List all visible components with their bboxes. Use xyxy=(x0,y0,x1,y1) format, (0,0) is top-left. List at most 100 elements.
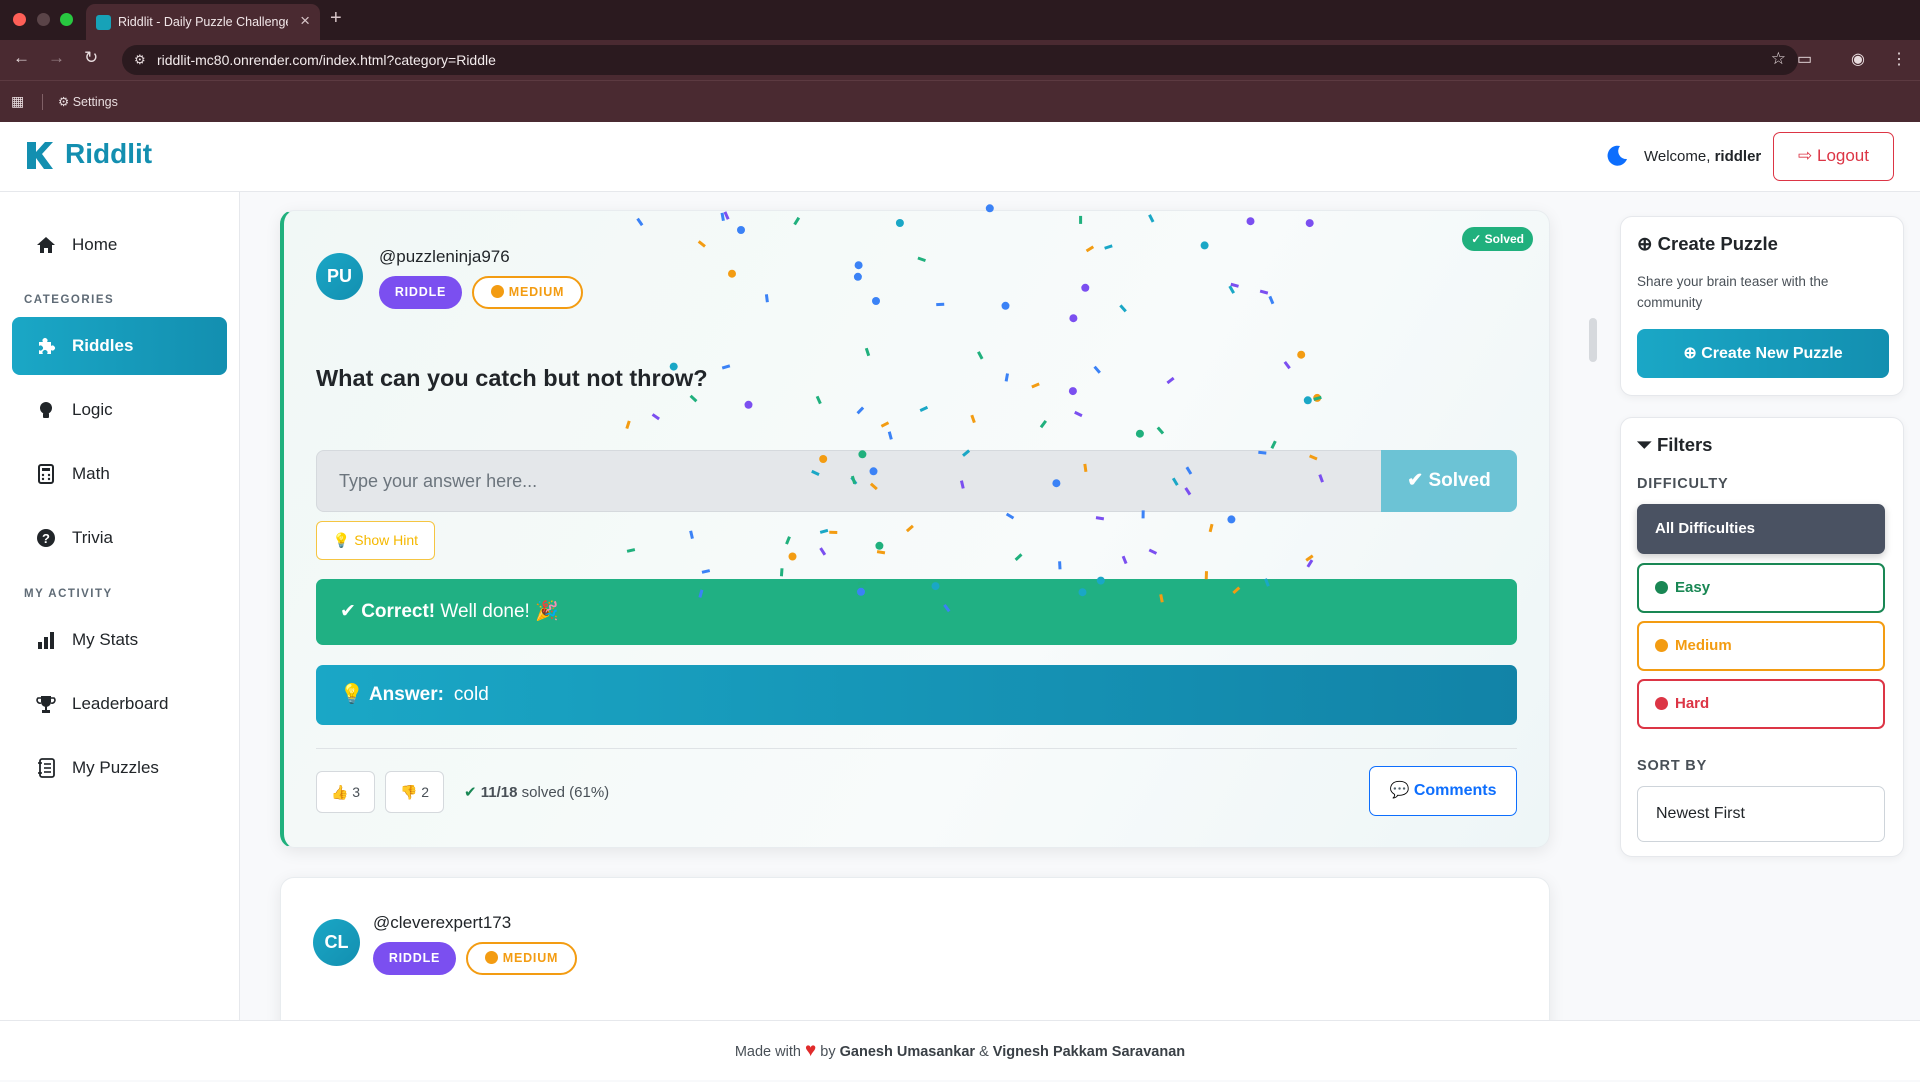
forward-icon[interactable]: → xyxy=(48,48,65,68)
puzzle-question: What can you catch but not throw? xyxy=(316,365,708,391)
welcome-prefix: Welcome, xyxy=(1644,148,1711,165)
create-puzzle-title-text: Create Puzzle xyxy=(1657,233,1778,254)
answer-reveal: 💡 Answer: cold xyxy=(316,665,1517,725)
comments-label: Comments xyxy=(1413,782,1497,799)
create-button-label: Create New Puzzle xyxy=(1701,345,1843,362)
browser-tab[interactable]: Riddlit - Daily Puzzle Challenge × xyxy=(86,4,320,40)
sidebar: Home CATEGORIES Riddles Logic Math ? Tri… xyxy=(0,192,240,1020)
puzzle-author[interactable]: @puzzleninja976 xyxy=(379,247,510,267)
tab-search-icon[interactable]: ▭ xyxy=(1797,49,1812,69)
like-count: 3 xyxy=(352,784,361,800)
thumbs-up-icon: 👍 xyxy=(330,784,349,800)
bookmarks-bar: ▦ ⚙ Settings xyxy=(0,80,1920,122)
journal-icon xyxy=(38,758,55,778)
chat-icon: 💬 xyxy=(1389,782,1410,799)
dark-mode-toggle-icon[interactable] xyxy=(1606,144,1628,166)
card-divider xyxy=(316,748,1517,749)
apps-grid-icon[interactable]: ▦ xyxy=(11,93,24,110)
answer-label: Answer: xyxy=(368,684,444,705)
check-circle-icon: ✔ xyxy=(464,784,477,801)
sidebar-item-logic[interactable]: Logic xyxy=(12,381,227,439)
address-bar[interactable]: ⚙ riddlit-mc80.onrender.com/index.html?c… xyxy=(122,45,1798,75)
tab-close-icon[interactable]: × xyxy=(300,11,310,31)
footer-author-2[interactable]: Vignesh Pakkam Saravanan xyxy=(993,1044,1185,1060)
sidebar-item-home[interactable]: Home xyxy=(12,216,227,274)
sidebar-item-trivia[interactable]: ? Trivia xyxy=(12,509,227,567)
logout-button[interactable]: ⇨ Logout xyxy=(1773,132,1894,181)
filter-hard[interactable]: Hard xyxy=(1637,679,1885,729)
dislike-button[interactable]: 👎 2 xyxy=(385,771,444,813)
solve-stats: ✔ 11/18 solved (61%) xyxy=(464,783,609,801)
site-info-icon[interactable]: ⚙ xyxy=(134,52,146,68)
difficulty-badge: MEDIUM xyxy=(472,276,583,309)
trophy-icon xyxy=(36,696,56,713)
dislike-count: 2 xyxy=(421,784,430,800)
bookmark-star-icon[interactable]: ☆ xyxy=(1771,49,1786,69)
sidebar-item-riddles[interactable]: Riddles xyxy=(12,317,227,375)
scrollbar[interactable] xyxy=(1589,318,1597,362)
answer-input[interactable] xyxy=(316,450,1382,512)
solved-count: 11/18 xyxy=(480,784,518,801)
create-new-puzzle-button[interactable]: ⊕ Create New Puzzle xyxy=(1637,329,1889,378)
footer-made-with: Made with xyxy=(734,1044,801,1060)
like-button[interactable]: 👍 3 xyxy=(316,771,375,813)
logo-text[interactable]: Riddlit xyxy=(65,138,152,170)
filters-panel: ⏷ Filters DIFFICULTY All Difficulties Ea… xyxy=(1620,417,1904,857)
comments-button[interactable]: 💬 Comments xyxy=(1369,766,1517,816)
heart-icon: ♥ xyxy=(804,1040,817,1061)
sort-heading: SORT BY xyxy=(1637,758,1708,774)
menu-kebab-icon[interactable]: ⋮ xyxy=(1891,49,1907,69)
my-activity-heading: MY ACTIVITY xyxy=(24,588,113,600)
avatar: CL xyxy=(313,919,360,966)
filter-medium-label: Medium xyxy=(1675,637,1732,654)
close-window-icon[interactable] xyxy=(13,13,26,26)
profile-icon[interactable]: ◉ xyxy=(1851,49,1865,69)
current-username: riddler xyxy=(1714,148,1762,165)
difficulty-label: MEDIUM xyxy=(508,285,565,299)
sort-select[interactable]: Newest First xyxy=(1637,786,1885,842)
sidebar-item-leaderboard[interactable]: Leaderboard xyxy=(12,675,227,733)
sidebar-item-label: My Puzzles xyxy=(72,758,159,777)
reload-icon[interactable]: ↻ xyxy=(84,48,98,68)
sidebar-item-label: Trivia xyxy=(72,528,113,547)
thumbs-down-icon: 👎 xyxy=(399,784,418,800)
sidebar-item-my-stats[interactable]: My Stats xyxy=(12,611,227,669)
welcome-message: Welcome, riddler xyxy=(1644,148,1761,165)
svg-text:?: ? xyxy=(42,531,50,546)
difficulty-heading: DIFFICULTY xyxy=(1637,476,1729,492)
medium-dot-icon xyxy=(1655,639,1668,652)
plus-circle-icon: ⊕ xyxy=(1683,345,1697,362)
bookmark-settings-label: Settings xyxy=(72,95,118,109)
filter-all-difficulties[interactable]: All Difficulties xyxy=(1637,504,1885,554)
categories-heading: CATEGORIES xyxy=(24,294,115,306)
footer-author-1[interactable]: Ganesh Umasankar xyxy=(840,1044,975,1060)
logout-icon: ⇨ xyxy=(1798,146,1813,165)
bookmark-settings[interactable]: ⚙ Settings xyxy=(58,94,118,109)
calculator-icon xyxy=(38,464,54,484)
filters-title: ⏷ Filters xyxy=(1637,434,1712,456)
sidebar-item-my-puzzles[interactable]: My Puzzles xyxy=(12,739,227,797)
plus-circle-icon: ⊕ xyxy=(1637,233,1653,254)
create-puzzle-panel: ⊕ Create Puzzle Share your brain teaser … xyxy=(1620,216,1904,396)
show-hint-button[interactable]: 💡 Show Hint xyxy=(316,521,435,560)
filter-hard-label: Hard xyxy=(1675,695,1710,712)
solved-status-badge: ✓ Solved xyxy=(1462,227,1533,251)
submit-answer-button[interactable]: ✔ Solved xyxy=(1381,450,1517,512)
new-tab-icon[interactable]: + xyxy=(330,7,342,30)
filter-medium[interactable]: Medium xyxy=(1637,621,1885,671)
minimize-window-icon[interactable] xyxy=(37,13,50,26)
logout-label: Logout xyxy=(1816,146,1869,165)
answer-value: cold xyxy=(453,684,489,705)
difficulty-label: MEDIUM xyxy=(502,951,559,965)
puzzle-author[interactable]: @cleverexpert173 xyxy=(373,913,511,933)
filter-easy[interactable]: Easy xyxy=(1637,563,1885,613)
back-icon[interactable]: ← xyxy=(13,48,30,68)
lightbulb-icon: 💡 xyxy=(332,532,351,548)
maximize-window-icon[interactable] xyxy=(60,13,73,26)
sidebar-item-math[interactable]: Math xyxy=(12,445,227,503)
category-badge: RIDDLE xyxy=(379,276,462,309)
sidebar-item-label: Riddles xyxy=(72,336,134,355)
correct-title: Correct! xyxy=(361,601,436,622)
question-circle-icon: ? xyxy=(37,529,55,547)
solved-text: solved (61%) xyxy=(521,784,610,801)
